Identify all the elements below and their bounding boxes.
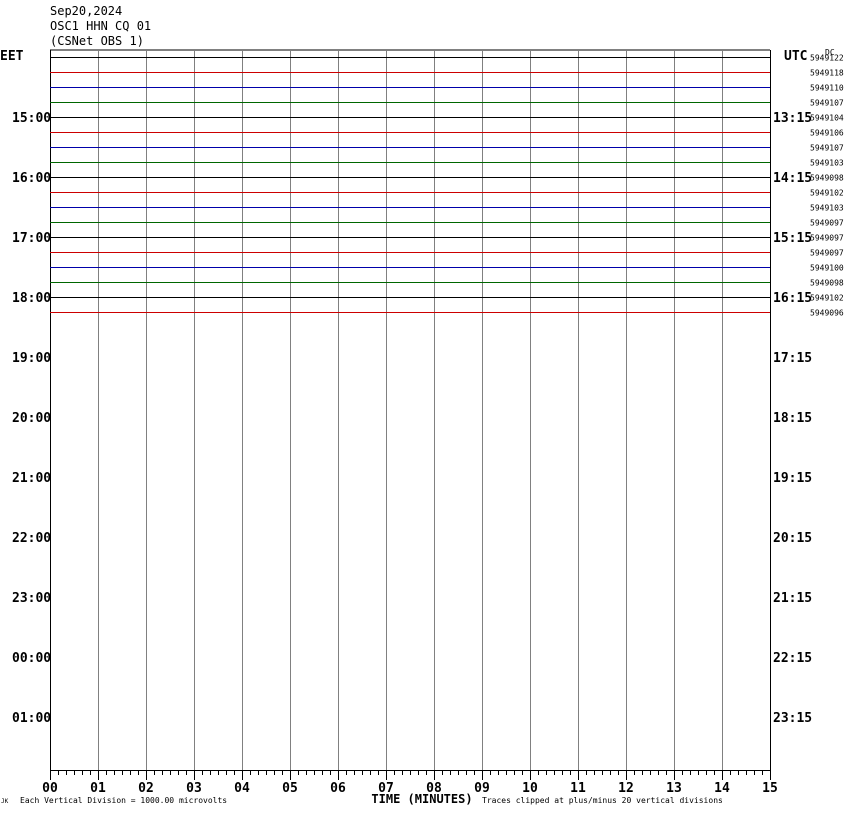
right-hour-label: 16:15 (773, 291, 812, 306)
dc-offset-label: 5949107 (810, 144, 844, 153)
x-tick-label: 15 (762, 781, 778, 796)
dc-offset-label: 5949097 (810, 249, 844, 258)
dc-offset-label: 5949107 (810, 99, 844, 108)
right-hour-label: 23:15 (773, 711, 812, 726)
dc-offset-label: 5949104 (810, 114, 844, 123)
right-hour-label: 17:15 (773, 351, 812, 366)
dc-offset-label: 5949097 (810, 219, 844, 228)
right-hour-label: 21:15 (773, 591, 812, 606)
right-hour-label: 13:15 (773, 111, 812, 126)
left-hour-label: 18:00 (12, 291, 51, 306)
x-tick-label: 04 (234, 781, 250, 796)
x-tick-label: 01 (90, 781, 106, 796)
dc-offset-label: 5949118 (810, 69, 844, 78)
left-hour-label: 19:00 (12, 351, 51, 366)
dc-offset-label: 5949110 (810, 84, 844, 93)
x-tick-label: 12 (618, 781, 634, 796)
dc-offset-label: 5949106 (810, 129, 844, 138)
left-hour-label: 22:00 (12, 531, 51, 546)
x-tick-label: 06 (330, 781, 346, 796)
x-tick-label: 10 (522, 781, 538, 796)
left-hour-label: 17:00 (12, 231, 51, 246)
x-tick-label: 14 (714, 781, 730, 796)
left-hour-label: 21:00 (12, 471, 51, 486)
right-hour-label: 15:15 (773, 231, 812, 246)
x-tick-label: 09 (474, 781, 490, 796)
x-tick-label: 13 (666, 781, 682, 796)
dc-offset-label: 5949122 (810, 54, 844, 63)
scale-note: Each Vertical Division = 1000.00 microvo… (20, 796, 228, 805)
x-tick-label: 02 (138, 781, 154, 796)
dc-offset-label: 5949103 (810, 204, 844, 213)
corner-mark: JK (1, 798, 9, 805)
dc-offset-label: 5949102 (810, 294, 844, 303)
right-hour-label: 19:15 (773, 471, 812, 486)
left-hour-label: 20:00 (12, 411, 51, 426)
right-hour-label: 18:15 (773, 411, 812, 426)
dc-offset-label: 5949102 (810, 189, 844, 198)
right-hour-label: 20:15 (773, 531, 812, 546)
x-axis-title: TIME (MINUTES) (371, 792, 472, 806)
left-hour-label: 23:00 (12, 591, 51, 606)
dc-offset-label: 5949096 (810, 309, 844, 318)
x-tick-label: 05 (282, 781, 298, 796)
x-tick-label: 11 (570, 781, 586, 796)
right-hour-label: 22:15 (773, 651, 812, 666)
dc-offset-label: 5949098 (810, 174, 844, 183)
dc-offset-label: 5949100 (810, 264, 844, 273)
x-tick-label: 03 (186, 781, 202, 796)
helicorder-chart: 5949122 5949118 5949110 5949107 5949104 59491… (12, 49, 844, 806)
left-hour-label: 00:00 (12, 651, 51, 666)
left-hour-label: 16:00 (12, 171, 51, 186)
clip-note: Traces clipped at plus/minus 20 vertical… (482, 796, 723, 805)
right-hour-label: 14:15 (773, 171, 812, 186)
dc-offset-label: 5949098 (810, 279, 844, 288)
dc-offset-label: 5949097 (810, 234, 844, 243)
dc-offset-label: 5949103 (810, 159, 844, 168)
left-hour-label: 01:00 (12, 711, 51, 726)
left-hour-label: 15:00 (12, 111, 51, 126)
x-tick-label: 00 (42, 781, 58, 796)
